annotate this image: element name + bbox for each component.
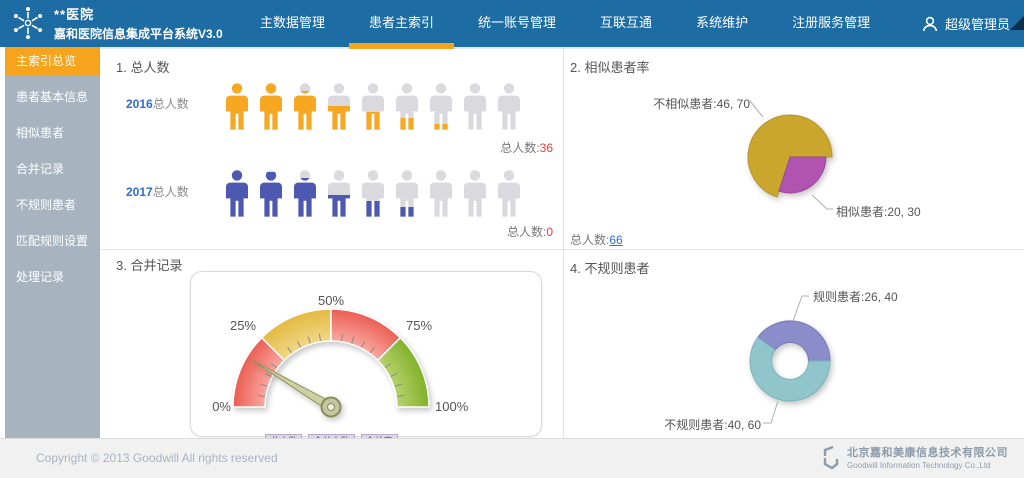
goodwill-logo-icon (819, 444, 841, 470)
main-nav: 主数据管理患者主索引统一账号管理互联互通系统维护注册服务管理 (238, 0, 892, 47)
similar-total-link[interactable]: 66 (609, 233, 622, 247)
company-logo: 北京嘉和美康信息技术有限公司 Goodwill Information Tech… (819, 444, 1008, 470)
nav-item-2[interactable]: 患者主索引 (347, 0, 456, 47)
row-year: 2016 (126, 97, 153, 111)
person-icon (222, 83, 252, 130)
person-icon (392, 83, 422, 130)
sidebar-item-6[interactable]: 匹配规则设置 (5, 227, 100, 255)
sidebar-item-2[interactable]: 患者基本信息 (5, 83, 100, 111)
pictograph-total-2016: 总人数:36 (500, 139, 553, 156)
app-header: **医院 嘉和医院信息集成平台系统V3.0 主数据管理患者主索引统一账号管理互联… (0, 0, 1024, 47)
person-icon (324, 83, 354, 130)
pie-label-similar: 相似患者:20, 30 (836, 203, 921, 220)
panel-similar-title: 2. 相似患者率 (570, 57, 649, 76)
page: **医院 嘉和医院信息集成平台系统V3.0 主数据管理患者主索引统一账号管理互联… (0, 0, 1024, 478)
person-icon (358, 83, 388, 130)
company-name-en: Goodwill Information Technology Co.,Ltd (847, 461, 1008, 470)
donut-label-irregular: 不规则患者:40, 60 (664, 416, 761, 433)
panel-total-count: 1. 总人数 2016总人数总人数:362017总人数总人数:0 (100, 49, 563, 249)
row-total-value: 0 (546, 225, 553, 239)
person-icon (494, 83, 524, 130)
similar-total-label: 总人数: (570, 233, 609, 247)
snowflake-logo-icon (10, 5, 46, 41)
app-footer: Copyright © 2013 Goodwill All rights res… (0, 438, 1024, 478)
app-logo: **医院 嘉和医院信息集成平台系统V3.0 (10, 4, 223, 42)
nav-item-4[interactable]: 互联互通 (578, 0, 674, 47)
sidebar-item-4[interactable]: 合并记录 (5, 155, 100, 183)
nav-item-5[interactable]: 系统维护 (674, 0, 770, 47)
row-year: 2017 (126, 185, 153, 199)
person-icon (290, 170, 320, 217)
person-icon (290, 83, 320, 130)
pictograph-icons-2016 (222, 83, 524, 130)
hospital-name: **医院 (54, 4, 223, 23)
person-icon (256, 170, 286, 217)
user-name: 超级管理员 (945, 14, 1010, 33)
panel-merge-title: 3. 合并记录 (116, 255, 182, 274)
row-label: 总人数 (153, 97, 189, 111)
copyright-text: Copyright © 2013 Goodwill All rights res… (36, 451, 278, 465)
sidebar-item-7[interactable]: 处理记录 (5, 263, 100, 291)
person-icon (324, 170, 354, 217)
sidebar-item-5[interactable]: 不规则患者 (5, 191, 100, 219)
svg-text:75%: 75% (406, 318, 432, 333)
row-label: 总人数 (153, 185, 189, 199)
person-icon (460, 83, 490, 130)
company-name-cn: 北京嘉和美康信息技术有限公司 (847, 444, 1008, 460)
person-icon (222, 170, 252, 217)
svg-text:50%: 50% (318, 293, 344, 308)
person-icon (460, 170, 490, 217)
person-icon (494, 170, 524, 217)
sidebar-item-3[interactable]: 相似患者 (5, 119, 100, 147)
panel-total-title: 1. 总人数 (116, 57, 169, 76)
pie-chart (564, 49, 1024, 249)
person-icon (256, 83, 286, 130)
svg-text:0%: 0% (212, 399, 231, 414)
panel-irregular-title: 4. 不规则患者 (570, 258, 649, 277)
pie-label-dissimilar: 不相似患者:46, 70 (653, 95, 750, 112)
donut-label-regular: 规则患者:26, 40 (813, 288, 898, 305)
pictograph-total-2017: 总人数:0 (507, 223, 553, 240)
svg-text:25%: 25% (230, 318, 256, 333)
row-total-label: 总人数: (507, 225, 546, 239)
system-name: 嘉和医院信息集成平台系统V3.0 (54, 25, 223, 42)
panel-irregular-patients: 4. 不规则患者 规则患者:26, 40 不规则患者:40, 60 (564, 250, 1024, 440)
gauge-card: 0% 25% 50% 75% 100% (190, 271, 542, 437)
svg-text:100%: 100% (435, 399, 469, 414)
nav-item-6[interactable]: 注册服务管理 (770, 0, 892, 47)
sidebar: 主索引总览患者基本信息相似患者合并记录不规则患者匹配规则设置处理记录 (5, 47, 100, 438)
gauge-chart: 0% 25% 50% 75% 100% (191, 272, 539, 434)
collapse-corner-icon[interactable] (1010, 16, 1024, 30)
sidebar-list: 主索引总览患者基本信息相似患者合并记录不规则患者匹配规则设置处理记录 (5, 47, 100, 291)
row-total-value: 36 (540, 141, 553, 155)
panel-merge-records: 3. 合并记录 0%25%50%75%100% 总人数合并人数合并率 (100, 250, 563, 440)
nav-item-1[interactable]: 主数据管理 (238, 0, 347, 47)
donut-chart (564, 250, 1024, 440)
nav-item-3[interactable]: 统一账号管理 (456, 0, 578, 47)
row-total-label: 总人数: (500, 141, 539, 155)
main-content: 1. 总人数 2016总人数总人数:362017总人数总人数:0 2. 相似患者… (100, 47, 1024, 438)
pictograph-row-label-2016: 2016总人数 (126, 95, 189, 112)
sidebar-item-1[interactable]: 主索引总览 (5, 47, 100, 75)
pictograph-row-label-2017: 2017总人数 (126, 183, 189, 200)
panel-similar-rate: 2. 相似患者率 不相似患者:46, 70 相似患者:20, 30 总人数:66 (564, 49, 1024, 249)
pictograph-icons-2017 (222, 170, 524, 217)
similar-total: 总人数:66 (570, 231, 623, 248)
person-icon (426, 170, 456, 217)
person-icon (358, 170, 388, 217)
person-icon (392, 170, 422, 217)
user-icon (921, 15, 939, 33)
user-menu[interactable]: 超级管理员 (921, 0, 1010, 47)
person-icon (426, 83, 456, 130)
